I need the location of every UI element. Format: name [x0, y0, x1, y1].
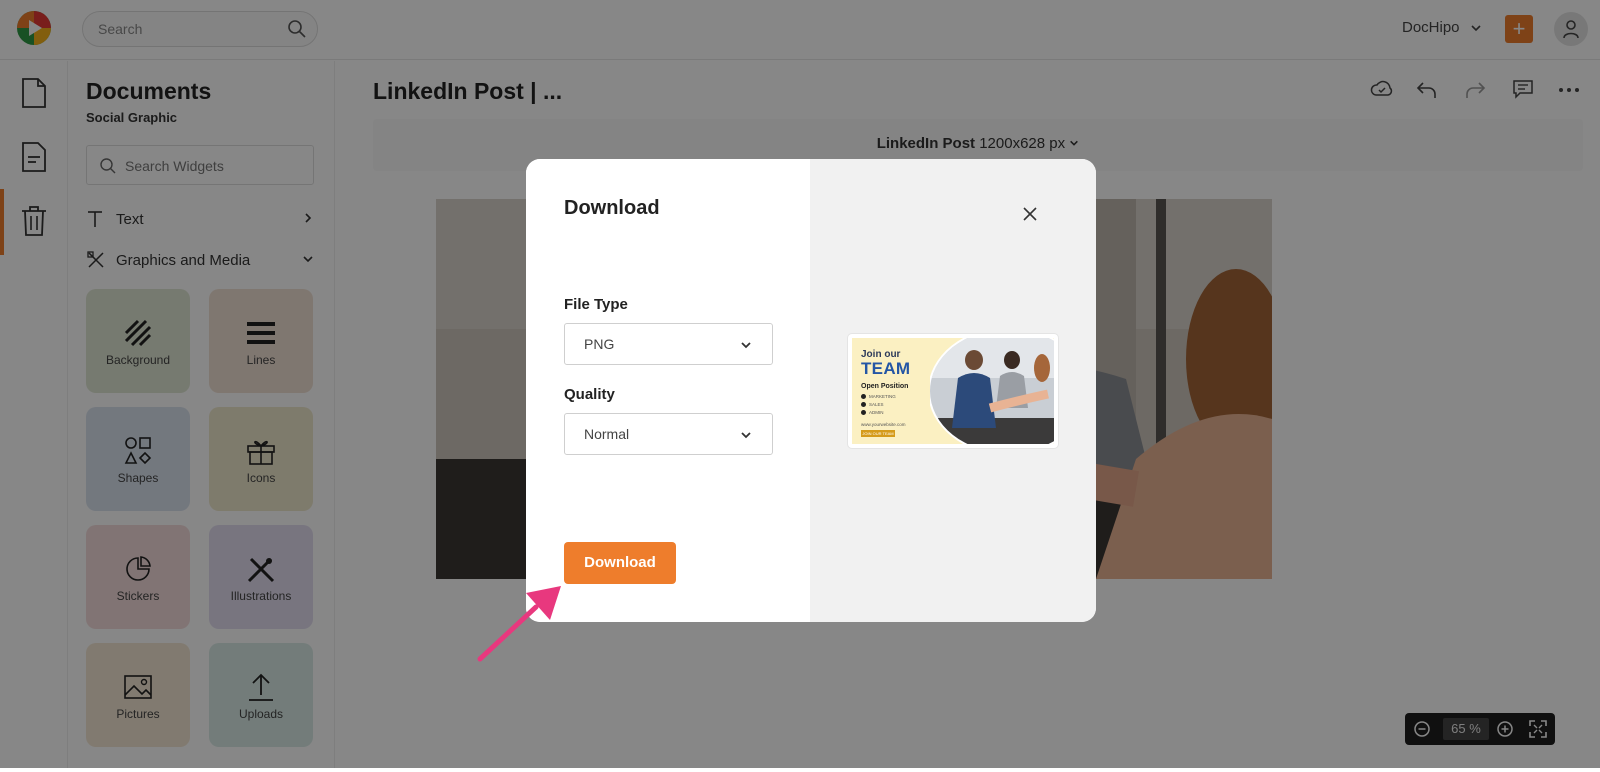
quality-label: Quality — [564, 386, 615, 403]
design-preview-thumbnail: Join our TEAM Open Position MARKETING SA… — [848, 334, 1058, 448]
download-modal: Download File Type PNG Quality Normal Do… — [526, 159, 1096, 622]
modal-title: Download — [564, 197, 660, 219]
preview-artwork: Join our TEAM Open Position MARKETING SA… — [852, 338, 1054, 444]
file-type-value: PNG — [584, 336, 615, 352]
annotation-arrow-icon — [477, 586, 561, 662]
preview-list-text: ADMIN — [869, 410, 884, 415]
preview-open-position: Open Position — [861, 383, 909, 390]
download-button[interactable]: Download — [564, 542, 676, 584]
preview-list-text: MARKETING — [869, 394, 896, 399]
download-form: Download File Type PNG Quality Normal Do… — [526, 159, 810, 622]
preview-list-item: MARKETING — [861, 394, 896, 399]
file-type-label: File Type — [564, 296, 628, 313]
file-type-select[interactable]: PNG — [564, 323, 773, 365]
preview-team-text: TEAM — [861, 359, 911, 378]
preview-website: www.yourwebsite.com — [861, 422, 906, 427]
quality-value: Normal — [584, 426, 630, 442]
preview-photo — [930, 338, 1054, 444]
preview-list-item: SALES — [861, 402, 884, 407]
preview-apply-button: JOIN OUR TEAM — [861, 430, 895, 437]
quality-select[interactable]: Normal — [564, 413, 773, 455]
chevron-down-icon — [741, 342, 751, 349]
chevron-down-icon — [741, 432, 751, 439]
preview-list-text: SALES — [869, 402, 884, 407]
preview-list-item: ADMIN — [861, 410, 884, 415]
close-icon[interactable] — [1020, 204, 1040, 224]
download-preview-pane: Join our TEAM Open Position MARKETING SA… — [810, 159, 1096, 622]
